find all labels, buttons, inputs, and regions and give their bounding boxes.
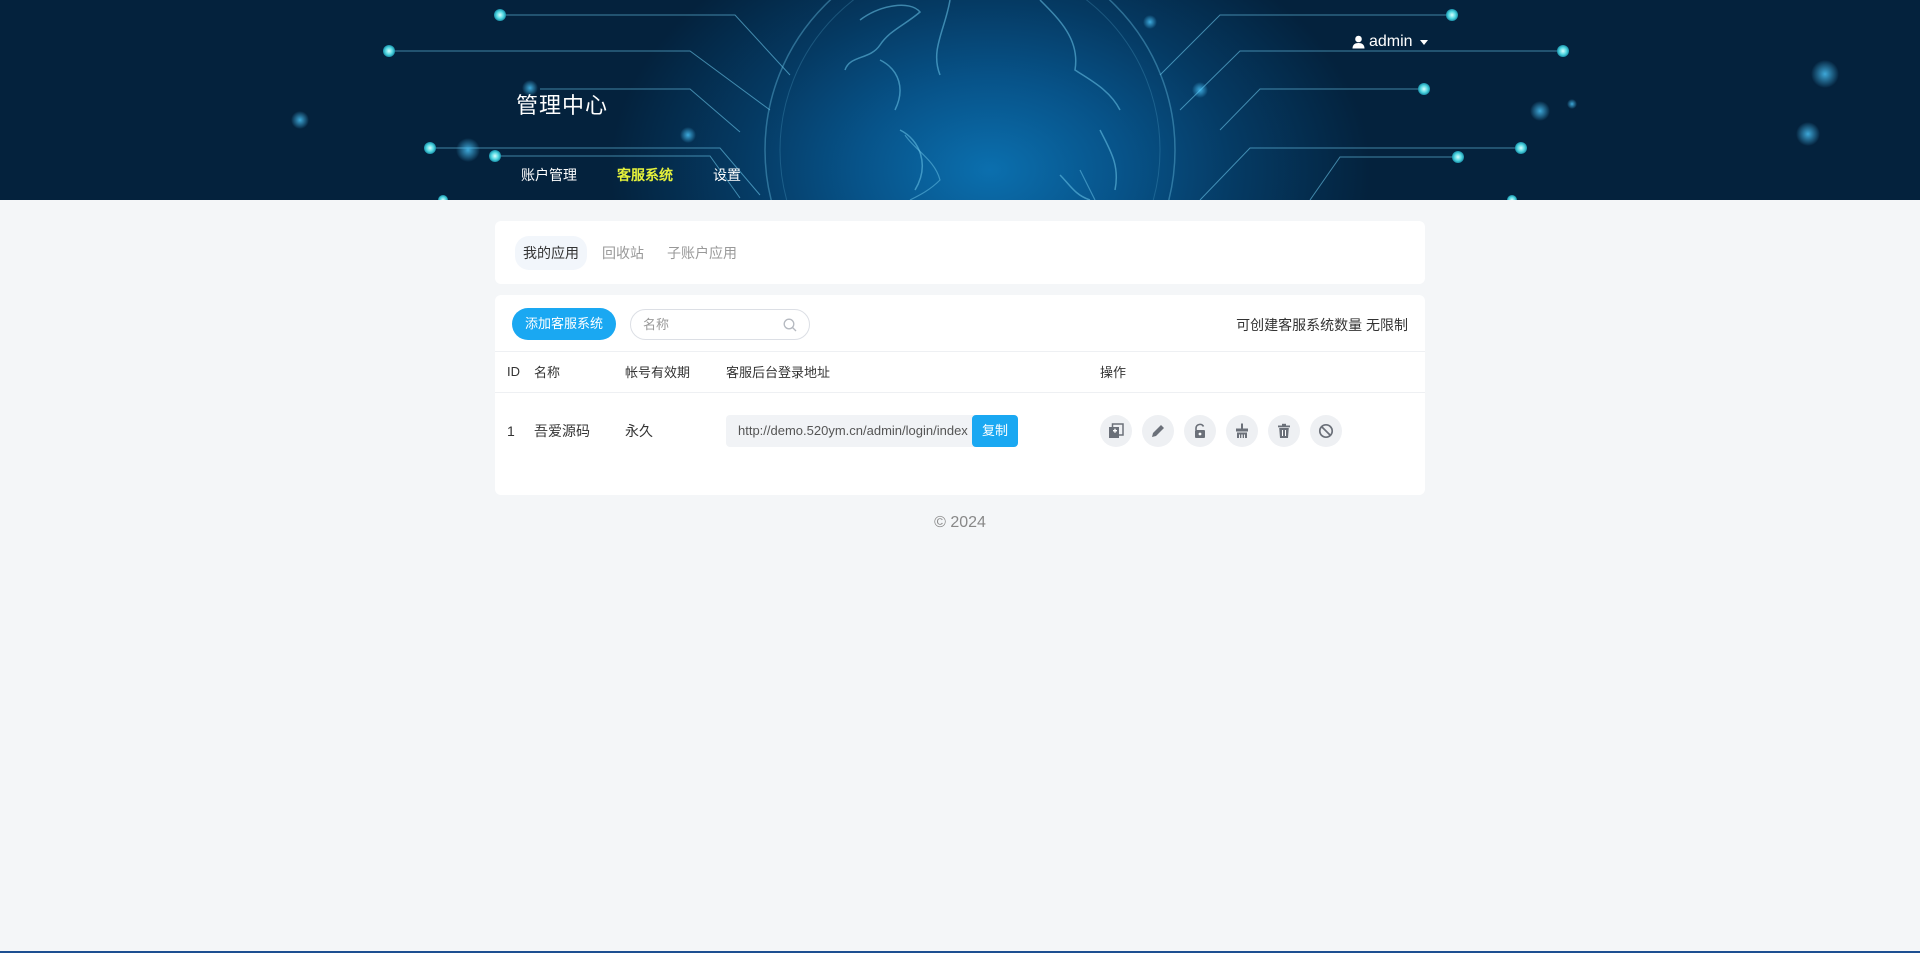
copy-url-button[interactable]: 复制 <box>972 415 1019 448</box>
column-header-name: 名称 <box>534 352 625 393</box>
nav-item-settings[interactable]: 设置 <box>713 164 741 186</box>
main-nav: 账户管理 客服系统 设置 <box>521 164 781 186</box>
add-customer-service-button[interactable]: 添加客服系统 <box>512 308 617 340</box>
app-table: ID 名称 帐号有效期 客服后台登录地址 操作 1 吾爱源码 永久 http:/… <box>495 352 1425 470</box>
cell-name: 吾爱源码 <box>534 423 590 440</box>
circuit-globe-decoration <box>291 0 1839 200</box>
quota-text: 可创建客服系统数量 无限制 <box>1236 317 1408 333</box>
tab-recycle-bin[interactable]: 回收站 <box>594 236 652 270</box>
app-list-card: 添加客服系统 可创建客服系统数量 无限制 ID 名称 帐号有效期 客服后台登录地… <box>495 295 1425 495</box>
row-actions <box>1100 415 1425 448</box>
toolbar: 添加客服系统 可创建客服系统数量 无限制 <box>495 295 1425 352</box>
unlock-icon[interactable] <box>1184 415 1216 448</box>
cell-id: 1 <box>507 423 515 440</box>
tab-sub-account-apps[interactable]: 子账户应用 <box>659 236 745 270</box>
search-icon[interactable] <box>783 318 797 332</box>
tab-my-apps[interactable]: 我的应用 <box>515 235 587 270</box>
broom-icon[interactable] <box>1226 415 1258 448</box>
footer-copyright: © 2024 <box>934 514 986 531</box>
user-icon <box>1352 35 1365 49</box>
cell-expiry: 永久 <box>625 423 653 440</box>
url-field-group: http://demo.520ym.cn/admin/login/index 复… <box>726 415 1100 448</box>
user-menu[interactable]: admin <box>1352 33 1428 51</box>
column-header-actions: 操作 <box>1100 352 1425 393</box>
user-name: admin <box>1369 33 1413 50</box>
copy-icon[interactable] <box>1100 415 1132 448</box>
table-header-row: ID 名称 帐号有效期 客服后台登录地址 操作 <box>495 352 1425 393</box>
column-header-id: ID <box>495 352 534 393</box>
brand-title: 管理中心 <box>516 93 609 118</box>
trash-icon[interactable] <box>1268 415 1300 448</box>
app-tabs: 我的应用 回收站 子账户应用 <box>495 221 1425 284</box>
header-banner: 管理中心 admin 账户管理 客服系统 设置 <box>0 0 1920 200</box>
column-header-login-url: 客服后台登录地址 <box>726 352 1100 393</box>
nav-item-account[interactable]: 账户管理 <box>521 164 577 186</box>
search-input[interactable] <box>643 317 783 332</box>
cell-actions <box>1100 392 1425 470</box>
cell-login-url: http://demo.520ym.cn/admin/login/index 复… <box>726 392 1100 470</box>
disable-icon[interactable] <box>1310 415 1342 448</box>
edit-icon[interactable] <box>1142 415 1174 448</box>
nav-item-customer-service[interactable]: 客服系统 <box>617 164 673 186</box>
column-header-expiry: 帐号有效期 <box>625 352 726 393</box>
table-row: 1 吾爱源码 永久 http://demo.520ym.cn/admin/log… <box>495 392 1425 470</box>
search-box <box>630 309 810 340</box>
login-url-field[interactable]: http://demo.520ym.cn/admin/login/index <box>726 415 976 448</box>
chevron-down-icon <box>1419 39 1428 45</box>
